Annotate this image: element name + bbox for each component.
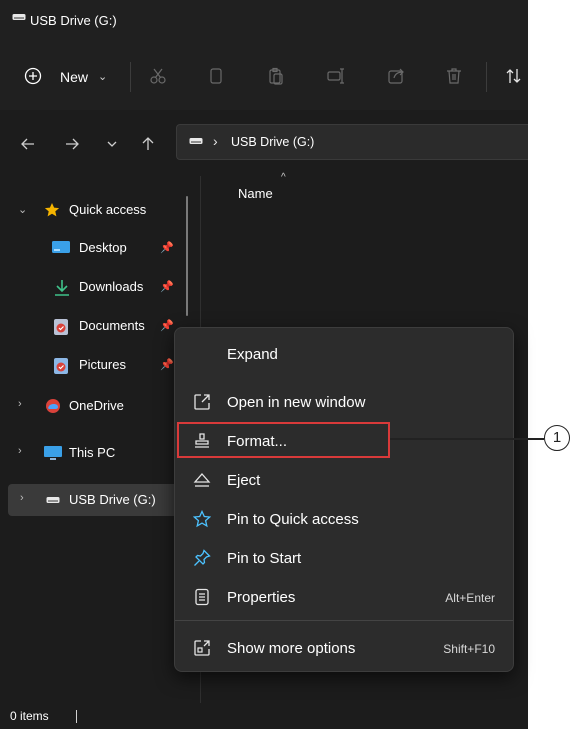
menu-item-eject[interactable]: Eject — [175, 462, 513, 498]
menu-item-label: Show more options — [227, 640, 356, 657]
toolbar-divider — [130, 62, 131, 92]
rename-icon[interactable] — [326, 66, 346, 86]
window-title: USB Drive (G:) — [30, 13, 117, 28]
menu-item-pin-to-start[interactable]: Pin to Start — [175, 540, 513, 576]
menu-item-label: Pin to Start — [227, 550, 302, 567]
onedrive-icon — [44, 398, 62, 414]
breadcrumb-chevron-icon: › — [213, 133, 218, 149]
new-button-label: New — [60, 69, 89, 85]
sidebar-item-onedrive[interactable]: › OneDrive — [0, 390, 186, 422]
menu-item-expand[interactable]: Expand — [175, 336, 513, 372]
menu-item-label: Pin to Quick access — [227, 511, 359, 528]
star-outline-icon — [193, 510, 211, 528]
computer-monitor-icon — [44, 445, 62, 461]
chevron-down-icon: ⌄ — [18, 204, 28, 216]
sidebar-item-usb-drive[interactable]: › USB Drive (G:) — [8, 484, 178, 516]
sidebar-item-pictures[interactable]: Pictures 📌 — [0, 349, 186, 381]
sort-icon[interactable] — [504, 66, 524, 86]
menu-item-label: Eject — [227, 472, 261, 489]
menu-item-label: Open in new window — [227, 394, 366, 411]
pin-icon: 📌 — [160, 281, 174, 293]
back-arrow-icon[interactable] — [20, 136, 36, 152]
sidebar-item-quick-access[interactable]: ⌄ Quick access — [0, 194, 186, 226]
menu-item-show-more-options[interactable]: Show more options Shift+F10 — [175, 630, 513, 666]
documents-icon — [53, 318, 71, 335]
sidebar-item-downloads[interactable]: Downloads 📌 — [0, 271, 186, 303]
sidebar-item-documents[interactable]: Documents 📌 — [0, 310, 186, 342]
sort-ascending-icon: ^ — [281, 172, 286, 183]
menu-item-label: Properties — [227, 589, 296, 606]
pin-icon: 📌 — [160, 359, 174, 371]
chevron-right-icon: › — [18, 445, 22, 457]
copy-icon[interactable] — [206, 66, 226, 86]
sidebar-item-label: Documents — [79, 318, 145, 333]
pin-outline-icon — [193, 549, 211, 567]
usb-drive-icon — [189, 137, 203, 145]
navigation-pane: ⌄ Quick access Desktop 📌 Downloads 📌 Doc — [0, 176, 186, 703]
menu-item-pin-to-quick-access[interactable]: Pin to Quick access — [175, 501, 513, 537]
download-arrow-icon — [54, 279, 72, 296]
chevron-down-icon: ⌄ — [98, 71, 108, 83]
item-count: 0 items — [10, 709, 49, 723]
menu-item-shortcut: Alt+Enter — [445, 591, 495, 605]
callout-number: 1 — [544, 425, 570, 451]
eject-icon — [193, 471, 211, 489]
sidebar-item-label: Pictures — [79, 357, 126, 372]
menu-item-open-in-new-window[interactable]: Open in new window — [175, 384, 513, 420]
column-header-name[interactable]: Name — [238, 186, 273, 201]
chevron-right-icon: › — [18, 398, 22, 410]
properties-icon — [193, 588, 211, 606]
sidebar-item-label: Downloads — [79, 279, 144, 294]
delete-icon[interactable] — [444, 66, 464, 86]
menu-item-label: Expand — [227, 346, 278, 363]
status-bar: 0 items — [0, 703, 528, 729]
usb-drive-icon — [46, 496, 64, 512]
pin-icon: 📌 — [160, 320, 174, 332]
chevron-right-icon: › — [20, 492, 24, 504]
menu-divider — [175, 620, 513, 621]
cut-icon[interactable] — [148, 66, 168, 86]
show-more-options-icon — [193, 639, 211, 657]
address-bar[interactable]: › USB Drive (G:) — [176, 124, 528, 160]
plus-circle-icon — [24, 67, 42, 85]
sidebar-scrollbar[interactable] — [186, 196, 188, 316]
pin-icon: 📌 — [160, 242, 174, 254]
sidebar-item-desktop[interactable]: Desktop 📌 — [0, 232, 186, 264]
sidebar-item-label: Desktop — [79, 240, 127, 255]
context-menu: Expand Open in new window Format... Ejec… — [174, 327, 514, 672]
toolbar-divider — [486, 62, 487, 92]
pictures-icon — [53, 357, 71, 374]
command-bar: New ⌄ — [0, 44, 528, 110]
sidebar-item-label: USB Drive (G:) — [69, 492, 156, 507]
star-icon — [44, 202, 62, 218]
new-button[interactable]: New ⌄ — [10, 60, 122, 94]
breadcrumb-path[interactable]: USB Drive (G:) — [231, 135, 314, 149]
sidebar-item-label: Quick access — [69, 202, 147, 217]
desktop-folder-icon — [52, 240, 70, 256]
sidebar-item-this-pc[interactable]: › This PC — [0, 437, 186, 469]
open-in-new-window-icon — [193, 393, 211, 411]
callout-leader-line — [390, 438, 544, 440]
forward-arrow-icon[interactable] — [64, 136, 80, 152]
recent-locations-chevron-icon[interactable] — [104, 136, 120, 152]
menu-item-shortcut: Shift+F10 — [443, 642, 495, 656]
up-arrow-icon[interactable] — [140, 136, 156, 152]
navigation-bar: › USB Drive (G:) — [0, 110, 528, 176]
status-divider — [76, 710, 77, 723]
sidebar-item-label: OneDrive — [69, 398, 124, 413]
share-icon[interactable] — [386, 66, 406, 86]
menu-item-properties[interactable]: Properties Alt+Enter — [175, 579, 513, 615]
format-highlight-box — [177, 422, 390, 458]
sidebar-item-label: This PC — [69, 445, 116, 460]
paste-icon[interactable] — [266, 66, 286, 86]
usb-drive-icon — [12, 13, 26, 21]
title-bar: USB Drive (G:) — [0, 0, 528, 44]
